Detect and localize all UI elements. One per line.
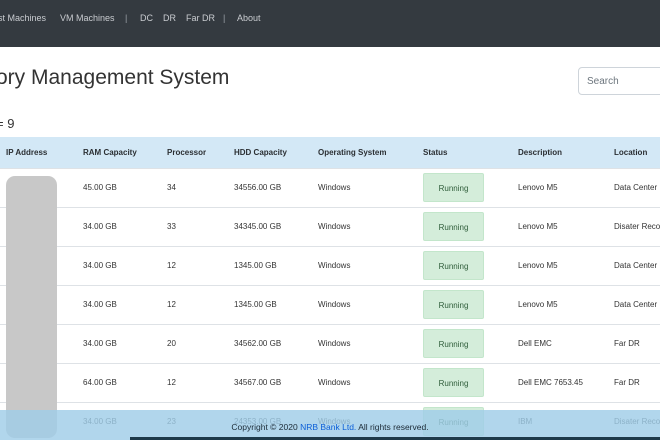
nav-separator: | <box>223 13 226 23</box>
nav-separator: | <box>125 13 128 23</box>
cell-description: Dell EMC 7653.45 <box>518 362 614 402</box>
nav-vm-machines[interactable]: VM Machines <box>60 13 115 23</box>
cell-operating-system: Windows <box>318 206 423 246</box>
cell-hdd-capacity: 34345.00 GB <box>234 206 318 246</box>
col-ip-address: IP Address <box>6 147 48 157</box>
cell-hdd-capacity: 1345.00 GB <box>234 245 318 285</box>
cell-ram-capacity: 34.00 GB <box>83 284 167 324</box>
status-badge: Running <box>423 173 484 202</box>
cell-processor: 12 <box>167 362 234 402</box>
cell-hdd-capacity: 34567.00 GB <box>234 362 318 402</box>
cell-description: Lenovo M5 <box>518 206 614 246</box>
cell-description: Lenovo M5 <box>518 284 614 324</box>
status-badge: Running <box>423 368 484 397</box>
cell-location: Far DR <box>614 362 660 402</box>
status-badge: Running <box>423 329 484 358</box>
footer: Copyright © 2020 NRB Bank Ltd. All right… <box>0 410 660 440</box>
page-title: ory Management System <box>0 66 230 89</box>
cell-location: Data Center <box>614 245 660 285</box>
col-description: Description <box>518 147 563 157</box>
cell-status: Running <box>423 362 518 402</box>
cell-status: Running <box>423 323 518 363</box>
cell-processor: 12 <box>167 284 234 324</box>
cell-operating-system: Windows <box>318 245 423 285</box>
table-row[interactable]: 64.00 GB 12 34567.00 GB Windows Running Dell … <box>0 362 660 402</box>
table-header-row: IP Address RAM Capacity Processor HDD Ca… <box>0 137 660 168</box>
cell-description: Lenovo M5 <box>518 245 614 285</box>
cell-status: Running <box>423 206 518 246</box>
cell-location: Far DR <box>614 323 660 363</box>
col-location: Location <box>614 147 648 157</box>
nav-far-dr[interactable]: Far DR <box>186 13 215 23</box>
cell-location: Data Center <box>614 167 660 207</box>
top-navbar: st Machines VM Machines | DC DR Far DR |… <box>0 0 660 47</box>
table-row[interactable]: 34.00 GB 33 34345.00 GB Windows Running Lenov… <box>0 206 660 246</box>
cell-processor: 33 <box>167 206 234 246</box>
cell-operating-system: Windows <box>318 362 423 402</box>
col-operating-system: Operating System <box>318 147 387 157</box>
cell-hdd-capacity: 34562.00 GB <box>234 323 318 363</box>
cell-operating-system: Windows <box>318 323 423 363</box>
cell-ram-capacity: 34.00 GB <box>83 206 167 246</box>
cell-location: Disater Reco <box>614 206 660 246</box>
total-count: = 9 <box>0 116 15 131</box>
col-hdd-capacity: HDD Capacity <box>234 147 287 157</box>
status-badge: Running <box>423 212 484 241</box>
col-status: Status <box>423 147 448 157</box>
status-badge: Running <box>423 251 484 280</box>
nav-host-machines[interactable]: st Machines <box>0 13 46 23</box>
footer-rights: All rights reserved. <box>356 422 429 432</box>
cell-location: Data Center <box>614 284 660 324</box>
nav-dc[interactable]: DC <box>140 13 153 23</box>
inventory-table-container: IP Address RAM Capacity Processor HDD Ca… <box>0 137 660 440</box>
nav-dr[interactable]: DR <box>163 13 176 23</box>
footer-copyright: Copyright © 2020 <box>231 422 301 432</box>
cell-processor: 34 <box>167 167 234 207</box>
col-processor: Processor <box>167 147 207 157</box>
cell-status: Running <box>423 167 518 207</box>
cell-ram-capacity: 45.00 GB <box>83 167 167 207</box>
nav-about[interactable]: About <box>237 13 261 23</box>
cell-status: Running <box>423 245 518 285</box>
cell-ram-capacity: 64.00 GB <box>83 362 167 402</box>
cell-description: Dell EMC <box>518 323 614 363</box>
footer-brand-link[interactable]: NRB Bank Ltd. <box>300 422 356 432</box>
status-badge: Running <box>423 290 484 319</box>
table-row[interactable]: 34.00 GB 12 1345.00 GB Windows Running Lenovo… <box>0 284 660 324</box>
cell-ram-capacity: 34.00 GB <box>83 245 167 285</box>
table-row[interactable]: 34.00 GB 12 1345.00 GB Windows Running Lenovo… <box>0 245 660 285</box>
cell-ram-capacity: 34.00 GB <box>83 323 167 363</box>
cell-description: Lenovo M5 <box>518 167 614 207</box>
inventory-table: IP Address RAM Capacity Processor HDD Ca… <box>0 137 660 440</box>
cell-processor: 20 <box>167 323 234 363</box>
redacted-ip-overlay <box>6 176 57 438</box>
cell-operating-system: Windows <box>318 167 423 207</box>
col-ram-capacity: RAM Capacity <box>83 147 137 157</box>
search-input[interactable] <box>578 67 660 95</box>
table-row[interactable]: 145.00 GB3434556.00 GBWindowsRunningLeno… <box>0 167 660 207</box>
cell-hdd-capacity: 34556.00 GB <box>234 167 318 207</box>
cell-operating-system: Windows <box>318 284 423 324</box>
cell-status: Running <box>423 284 518 324</box>
table-row[interactable]: 34.00 GB 20 34562.00 GB Windows Running Dell … <box>0 323 660 363</box>
table-body: 145.00 GB3434556.00 GBWindowsRunningLeno… <box>0 167 660 440</box>
cell-hdd-capacity: 1345.00 GB <box>234 284 318 324</box>
cell-processor: 12 <box>167 245 234 285</box>
